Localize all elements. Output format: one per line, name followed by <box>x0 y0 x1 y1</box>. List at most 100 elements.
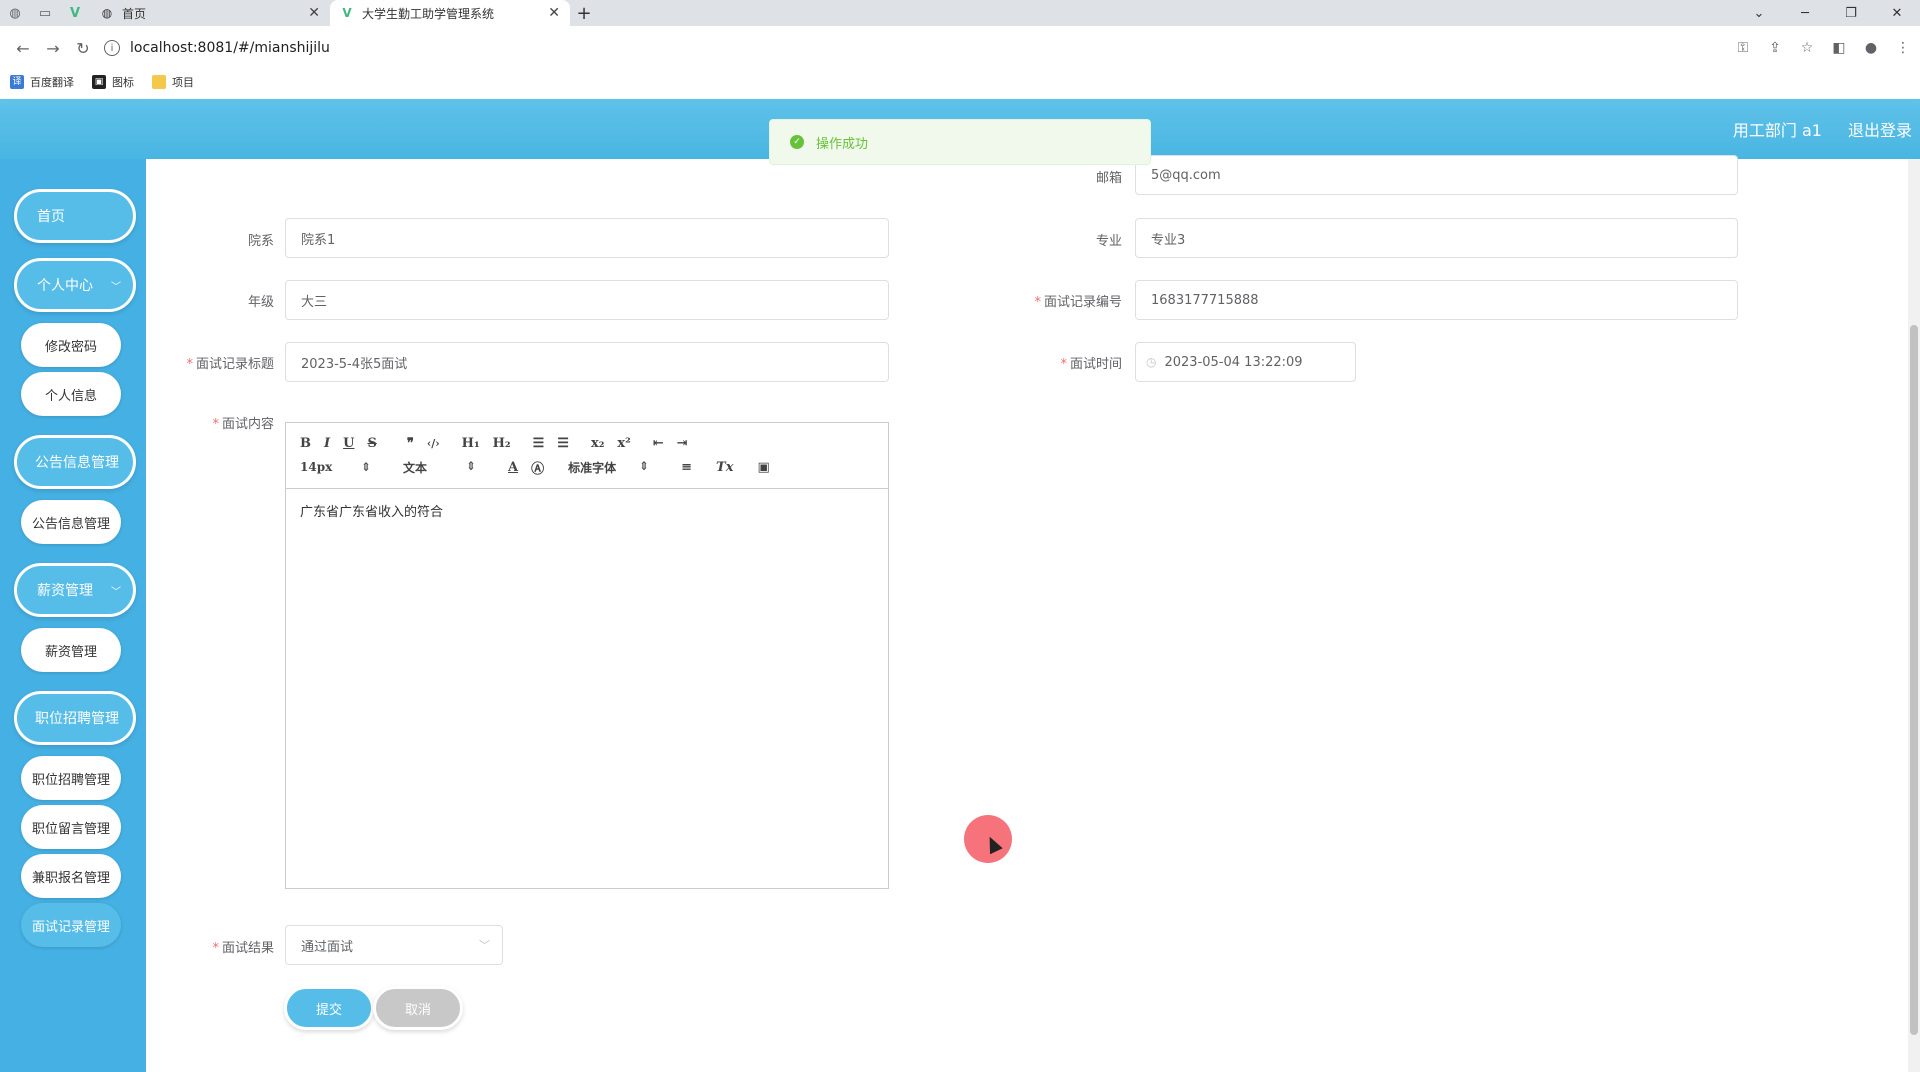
sidebar-item-salary-group[interactable]: 薪资管理 ﹀ <box>14 563 136 617</box>
result-select[interactable]: 通过面试 ﹀ <box>285 925 503 965</box>
tab-strip: ◍ ▭ V ◍ 首页 ✕ V 大学生勤工助学管理系统 ✕ + ⌄ ─ ❐ ✕ <box>0 0 1920 26</box>
strikethrough-icon[interactable]: S <box>367 436 376 451</box>
folder-icon <box>152 75 166 89</box>
editor-text: 广东省广东省收入的符合 <box>300 505 444 520</box>
clock-icon: ◷ <box>1146 355 1157 369</box>
superscript-icon[interactable]: x² <box>617 436 630 451</box>
background-color-icon[interactable]: Ⓐ <box>531 458 544 477</box>
sidebar-label: 职位招聘管理 <box>31 772 110 788</box>
major-label: 专业 <box>1040 230 1122 249</box>
close-icon[interactable]: ✕ <box>548 5 560 21</box>
star-icon[interactable]: ☆ <box>1798 33 1816 63</box>
ordered-list-icon[interactable]: ☰ <box>533 436 545 451</box>
address-bar[interactable]: i localhost:8081/#/mianshijilu <box>104 33 330 63</box>
close-window-icon[interactable]: ✕ <box>1874 0 1920 26</box>
quote-icon[interactable]: ❞ <box>407 436 414 451</box>
forward-icon[interactable]: → <box>38 33 68 63</box>
cancel-button[interactable]: 取消 <box>373 986 463 1030</box>
bookmark-icons[interactable]: ▣ 图标 <box>92 74 134 90</box>
profile-icon[interactable]: ● <box>1862 33 1880 63</box>
address-row: ← → ↻ i localhost:8081/#/mianshijilu ⚿ ⇪… <box>0 26 1920 70</box>
sidebar-item-home[interactable]: 首页 <box>14 189 136 243</box>
bookmark-label: 项目 <box>172 76 194 89</box>
grade-field[interactable]: 大三 <box>285 280 889 320</box>
major-field[interactable]: 专业3 <box>1135 218 1738 258</box>
bullet-list-icon[interactable]: ☰ <box>557 436 569 451</box>
code-icon[interactable]: ‹/› <box>427 437 440 450</box>
record-no-field[interactable]: 1683177715888 <box>1135 280 1738 320</box>
label-text: 专业 <box>1095 234 1122 249</box>
subscript-icon[interactable]: x₂ <box>591 436 604 451</box>
record-title-field[interactable]: 2023-5-4张5面试 <box>285 342 889 382</box>
minimize-icon[interactable]: ─ <box>1782 0 1828 26</box>
underline-icon[interactable]: U <box>343 436 354 451</box>
info-icon[interactable]: i <box>104 40 120 56</box>
sidebar-item-salary[interactable]: 薪资管理 <box>21 628 121 672</box>
sidebar-item-interview[interactable]: 面试记录管理 <box>21 903 121 947</box>
vue-icon[interactable]: V <box>60 0 90 26</box>
font-family-select[interactable]: 标准字体 ⇕ <box>568 459 668 476</box>
sidepanel-icon[interactable]: ◧ <box>1830 33 1848 63</box>
bookmark-project[interactable]: 项目 <box>152 74 194 90</box>
back-icon[interactable]: ← <box>8 33 38 63</box>
restore-icon[interactable]: ❐ <box>1828 0 1874 26</box>
sidebar-item-recruit[interactable]: 职位招聘管理 <box>21 756 121 800</box>
label-text: 院系 <box>247 234 274 249</box>
globe-icon[interactable]: ◍ <box>0 0 30 26</box>
sidebar-item-personal-center[interactable]: 个人中心 ﹀ <box>14 258 136 312</box>
department-field[interactable]: 院系1 <box>285 218 889 258</box>
field-value: 1683177715888 <box>1151 292 1259 308</box>
close-icon[interactable]: ✕ <box>308 5 320 21</box>
scrollbar-thumb[interactable] <box>1910 325 1918 1035</box>
share-icon[interactable]: ⇪ <box>1766 33 1784 63</box>
field-value: 专业3 <box>1151 232 1186 248</box>
new-tab-icon[interactable]: + <box>570 0 598 26</box>
sidebar-item-parttime[interactable]: 兼职报名管理 <box>21 854 121 898</box>
bold-icon[interactable]: B <box>300 436 311 451</box>
result-label: * 面试结果 <box>212 941 274 956</box>
label-text: 面试内容 <box>221 417 274 432</box>
time-label: * 面试时间 <box>1060 357 1122 372</box>
select-arrow-icon: ⇕ <box>465 458 476 473</box>
italic-icon[interactable]: I <box>324 436 330 451</box>
bookmark-label: 图标 <box>112 76 134 89</box>
outdent-icon[interactable]: ⇤ <box>653 436 664 451</box>
sidebar-label: 兼职报名管理 <box>31 870 110 886</box>
rich-text-editor[interactable]: B I U S ❞ ‹/› H₁ H₂ ☰ ☰ x₂ x² ⇤ ⇥ 14px ⇕ … <box>285 422 889 889</box>
time-picker[interactable]: ◷ 2023-05-04 13:22:09 <box>1135 342 1356 382</box>
chevron-down-icon[interactable]: ⌄ <box>1736 0 1782 26</box>
sidebar-item-message[interactable]: 职位留言管理 <box>21 805 121 849</box>
sidebar-item-recruit-group[interactable]: 职位招聘管理 <box>14 691 136 745</box>
logout-link[interactable]: 退出登录 <box>1848 117 1912 141</box>
font-size-select[interactable]: 14px ⇕ <box>300 460 390 474</box>
align-icon[interactable]: ≡ <box>681 460 692 475</box>
clear-format-icon[interactable]: Tx <box>716 460 733 475</box>
reload-icon[interactable]: ↻ <box>68 33 98 63</box>
image-icon[interactable]: ▣ <box>757 460 769 475</box>
sidebar-item-announcement-group[interactable]: 公告信息管理 <box>14 435 136 489</box>
h2-icon[interactable]: H₂ <box>493 436 511 451</box>
select-arrow-icon: ⇕ <box>639 458 650 473</box>
header-select[interactable]: 文本 ⇕ <box>403 459 495 476</box>
field-value: 5@qq.com <box>1151 167 1221 183</box>
indent-icon[interactable]: ⇥ <box>677 436 688 451</box>
email-field[interactable]: 5@qq.com <box>1135 155 1738 195</box>
blank-tab-icon[interactable]: ▭ <box>30 0 60 26</box>
translate-icon: 译 <box>10 75 24 89</box>
tab-system[interactable]: V 大学生勤工助学管理系统 ✕ <box>330 0 570 26</box>
scrollbar[interactable] <box>1908 159 1920 1072</box>
sidebar-item-personal-info[interactable]: 个人信息 <box>21 372 121 416</box>
key-icon[interactable]: ⚿ <box>1734 33 1752 63</box>
menu-icon[interactable]: ⋮ <box>1894 33 1912 63</box>
h1-icon[interactable]: H₁ <box>462 436 480 451</box>
sidebar-item-change-password[interactable]: 修改密码 <box>21 323 121 367</box>
sidebar-label: 个人中心 <box>37 278 93 294</box>
sidebar-item-announcement[interactable]: 公告信息管理 <box>21 500 121 544</box>
font-color-icon[interactable]: A <box>508 460 518 475</box>
tab-home[interactable]: ◍ 首页 ✕ <box>90 0 330 26</box>
select-value: 标准字体 <box>568 460 617 475</box>
bookmarks-bar: 译百度翻译 ▣ 图标 项目 <box>0 70 1920 94</box>
submit-button[interactable]: 提交 <box>284 986 374 1030</box>
bookmark-translate[interactable]: 译百度翻译 <box>10 74 74 90</box>
editor-content[interactable]: 广东省广东省收入的符合 <box>286 489 888 532</box>
